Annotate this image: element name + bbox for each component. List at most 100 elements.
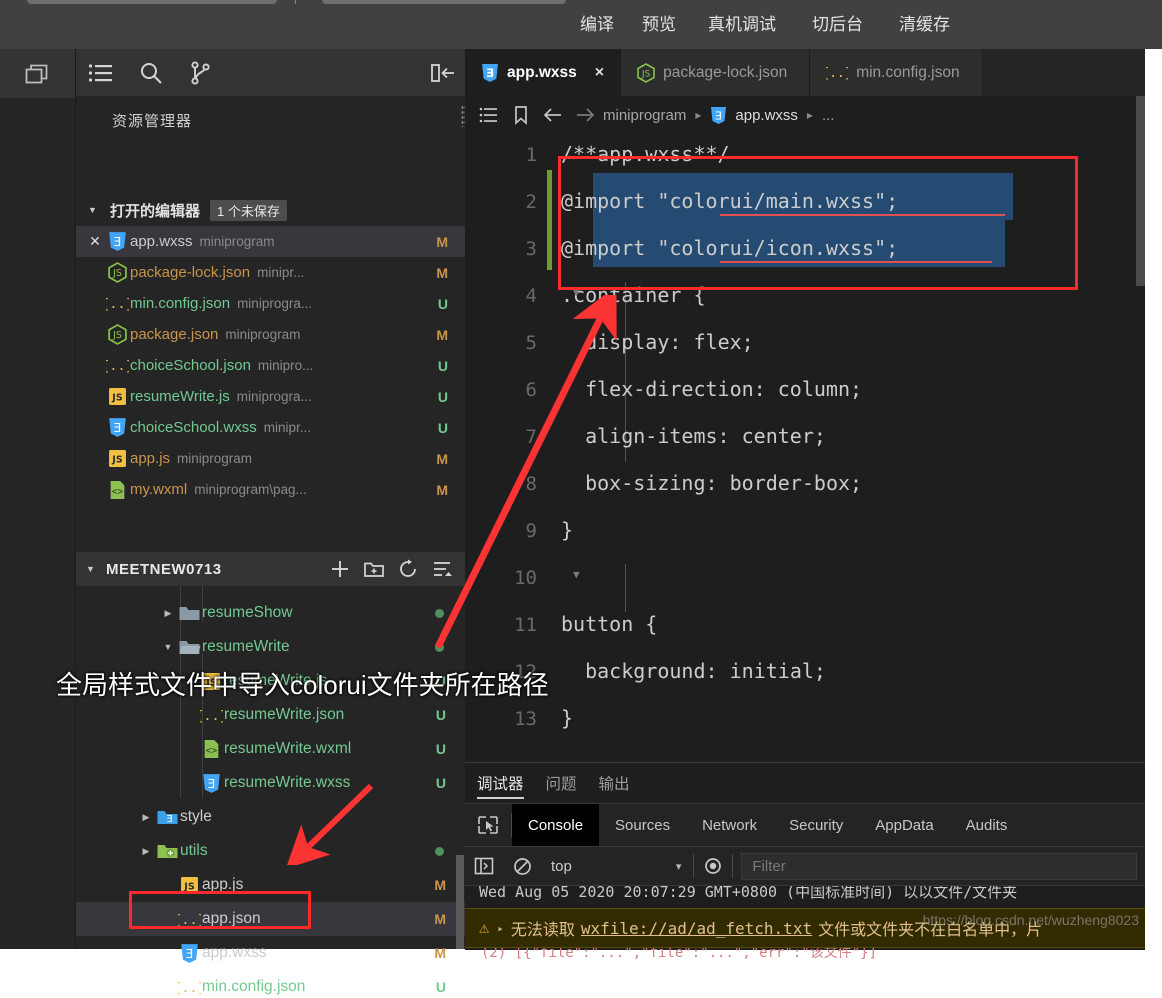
devtools-tab[interactable]: Security [773, 804, 859, 846]
status-badge: U [437, 295, 448, 312]
code-line[interactable]: align-items: center; [561, 424, 826, 448]
open-editor-item[interactable]: <> my.wxml miniprogram\pag... M [76, 474, 466, 505]
panel-tab[interactable]: 问题 [546, 763, 577, 803]
new-file-icon[interactable] [324, 552, 356, 586]
code-line[interactable]: flex-direction: column; [561, 377, 862, 401]
twisty-icon[interactable]: ▼ [160, 642, 176, 652]
wxss-icon: Ǝ [176, 943, 202, 964]
twisty-icon[interactable]: ▶ [138, 846, 154, 857]
folder-style-icon: Ǝ [154, 808, 180, 826]
tree-row[interactable]: {..}resumeWrite.json U [76, 698, 466, 732]
tree-row[interactable]: ▶ utils [76, 834, 466, 868]
open-editor-item[interactable]: ƎchoiceSchool.wxss minipr... U [76, 412, 466, 443]
console-sidebar-icon[interactable] [465, 857, 503, 875]
open-editor-item[interactable]: {..}choiceSchool.json minipro... U [76, 350, 466, 381]
twisty-icon[interactable]: ▶ [138, 812, 154, 823]
close-icon[interactable]: ✕ [86, 233, 104, 250]
editor-tab[interactable]: {..} min.config.json [810, 49, 983, 96]
preview-button[interactable]: 预览 [628, 10, 690, 35]
twisty-icon[interactable]: ▶ [160, 608, 176, 619]
open-editor-path: miniprogra... [237, 296, 313, 311]
back-arrow-icon[interactable] [539, 106, 567, 124]
open-editor-item[interactable]: JS app.js miniprogram M [76, 443, 466, 474]
forward-arrow-icon[interactable] [571, 106, 599, 124]
open-editor-path: minipr... [257, 265, 305, 280]
devtools-tab[interactable]: AppData [859, 804, 949, 846]
open-editor-item[interactable]: JS package.json miniprogram M [76, 319, 466, 350]
devtools-tab[interactable]: Console [512, 804, 600, 846]
tree-row[interactable]: <> resumeWrite.wxml U [76, 732, 466, 766]
sidebar-scrollbar[interactable] [456, 855, 464, 949]
devtools-tab[interactable]: Audits [950, 804, 1024, 846]
open-editor-item[interactable]: JS package-lock.json minipr... M [76, 257, 466, 288]
search-icon[interactable] [126, 49, 176, 96]
close-icon[interactable]: × [595, 64, 604, 82]
fold-arrow-icon[interactable]: ▼ [573, 568, 580, 581]
status-badge: U [437, 419, 448, 436]
bookmark-icon[interactable] [507, 105, 535, 125]
code-line[interactable]: display: flex; [561, 330, 754, 354]
svg-text:{..}: {..} [106, 297, 129, 312]
warning-link[interactable]: wxfile://ad/ad_fetch.txt [581, 919, 812, 938]
code-line[interactable]: } [561, 706, 573, 730]
top-toolbar: 编译 预览 真机调试 切后台 清缓存 [0, 0, 1162, 50]
live-expression-icon[interactable] [694, 857, 732, 875]
code-line[interactable]: button { [561, 612, 657, 636]
open-editor-name: my.wxml [130, 481, 188, 498]
right-strip [1145, 49, 1162, 949]
breadcrumb-part-2[interactable]: ... [822, 107, 835, 124]
console-context-select[interactable]: top [551, 858, 572, 875]
tree-row[interactable]: ▶ Ǝstyle [76, 800, 466, 834]
collapse-panel-icon[interactable] [430, 49, 456, 96]
element-picker-icon[interactable] [465, 815, 511, 835]
code-line[interactable]: box-sizing: border-box; [561, 471, 862, 495]
tree-row[interactable]: Ǝapp.wxss M [76, 936, 466, 970]
clear-cache-button[interactable]: 清缓存 [881, 10, 968, 35]
tree-row[interactable]: {..}min.config.json U [76, 970, 466, 998]
toolbar-divider [295, 0, 296, 4]
open-editor-item[interactable]: ✕ Ǝapp.wxss miniprogram M [76, 226, 466, 257]
svg-text:JS: JS [112, 268, 122, 279]
panel-tab[interactable]: 调试器 [477, 763, 524, 803]
devtools-tab[interactable]: Sources [599, 804, 686, 846]
multi-window-icon[interactable] [21, 59, 55, 93]
breadcrumb-part-0[interactable]: miniprogram [603, 107, 686, 124]
refresh-icon[interactable] [392, 552, 424, 586]
list-icon[interactable] [76, 49, 126, 96]
open-editor-item[interactable]: JS resumeWrite.js miniprogra... U [76, 381, 466, 412]
svg-text:JS: JS [111, 455, 123, 466]
devtools-tab[interactable]: Network [686, 804, 773, 846]
outline-icon[interactable] [475, 106, 503, 124]
clear-console-icon[interactable] [503, 857, 541, 876]
open-editors-header[interactable]: ▼ 打开的编辑器 1 个未保存 [76, 194, 466, 226]
tree-row-clipped [76, 586, 466, 596]
collapse-all-icon[interactable] [426, 552, 458, 586]
code-line[interactable]: } [561, 518, 573, 542]
editor-tab[interactable]: Ǝapp.wxss × [465, 49, 622, 96]
source-control-icon[interactable] [176, 49, 226, 96]
code-line[interactable]: background: initial; [561, 659, 826, 683]
tree-row[interactable]: ▼ resumeWrite [76, 630, 466, 664]
tree-row[interactable]: ƎresumeWrite.wxss U [76, 766, 466, 800]
real-device-debug-button[interactable]: 真机调试 [690, 10, 794, 35]
editor-scrollbar[interactable] [1136, 96, 1145, 286]
wxss-icon: Ǝ [104, 231, 130, 252]
expand-triangle-icon[interactable]: ▸ [497, 922, 504, 935]
line-number: 5 [525, 332, 537, 354]
project-header[interactable]: ▼ MEETNEW0713 [76, 552, 466, 586]
panel-tab[interactable]: 输出 [599, 763, 630, 803]
svg-text:Ǝ: Ǝ [113, 235, 121, 249]
toolbar-actions: 编译 预览 真机调试 切后台 清缓存 [566, 10, 968, 35]
editor-tab[interactable]: JS package-lock.json [621, 49, 811, 96]
open-editors-section: ▼ 打开的编辑器 1 个未保存 ✕ Ǝapp.wxss miniprogram M JS… [76, 194, 466, 505]
devtools-tablist: Console Sources Network Security AppData Audi… [512, 804, 1023, 846]
compile-button[interactable]: 编译 [566, 10, 628, 35]
chevron-down-icon[interactable]: ▾ [676, 860, 682, 873]
tree-row[interactable]: ▶ resumeShow [76, 596, 466, 630]
new-folder-icon[interactable] [358, 552, 390, 586]
open-editor-path: minipr... [263, 420, 311, 435]
open-editor-item[interactable]: {..}min.config.json miniprogra... U [76, 288, 466, 319]
switch-background-button[interactable]: 切后台 [794, 10, 881, 35]
breadcrumb-part-1[interactable]: app.wxss [735, 107, 798, 124]
console-filter-input[interactable]: Filter [741, 852, 1137, 880]
